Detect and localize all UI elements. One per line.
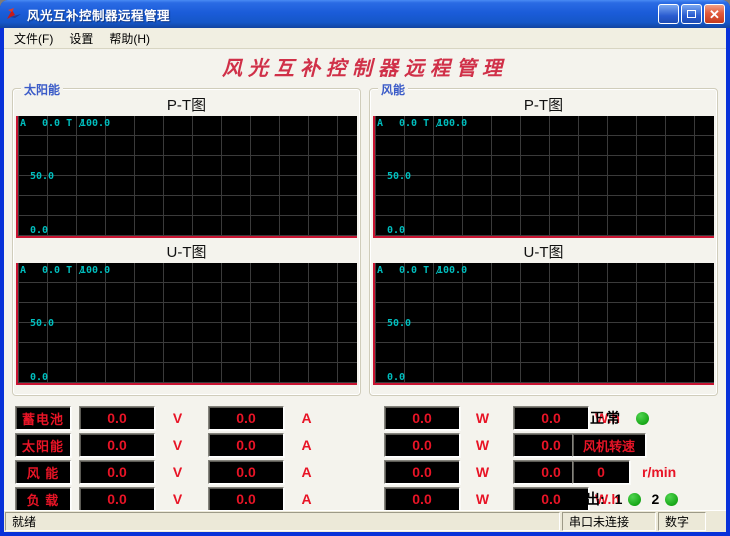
titlebar[interactable]: 风光互补控制器远程管理 ✕	[0, 0, 730, 28]
chart-channel-label: A	[377, 118, 383, 129]
solar-label: 太阳能	[15, 433, 71, 457]
chart-ymid-label: 50.0	[30, 171, 54, 182]
chart-ymid-label: 50.0	[387, 171, 411, 182]
chart-ymax-label: 100.0	[437, 118, 467, 129]
output-2-indicator	[665, 493, 678, 506]
groupbox-wind: 风能 P-T图 A 0.0 T / 100.0 50.0 0.0 U-T图 A …	[369, 88, 718, 396]
voltage-unit: V	[155, 491, 200, 507]
chart-channel-label: A	[20, 265, 26, 276]
solar-current-display: 0.0	[208, 433, 284, 457]
current-unit: A	[284, 491, 329, 507]
wind-ut-chart-title: U-T图	[373, 238, 714, 263]
minimize-button[interactable]	[658, 4, 679, 24]
groupbox-solar-caption: 太阳能	[21, 81, 63, 98]
voltage-unit: V	[155, 464, 200, 480]
wind-pt-chart: A 0.0 T / 100.0 50.0 0.0	[373, 116, 714, 238]
load-power-display: 0.0	[384, 487, 460, 510]
chart-ymid-label: 50.0	[387, 318, 411, 329]
statusbar-mode: 数字	[658, 512, 706, 531]
groupbox-wind-caption: 风能	[378, 81, 408, 98]
solar-ut-chart-title: U-T图	[16, 238, 357, 263]
maximize-button[interactable]	[681, 4, 702, 24]
chart-ymax-label: 100.0	[80, 265, 110, 276]
chart-panels: 太阳能 P-T图 A 0.0 T / 100.0 50.0 0.0 U-T图 A…	[4, 82, 726, 396]
output-1-number: 1	[615, 491, 623, 507]
fan-speed-value-row: 0 r/min	[572, 460, 712, 484]
chart-ymin-label: 0.0	[387, 372, 405, 383]
solar-ut-chart: A 0.0 T / 100.0 50.0 0.0	[16, 263, 357, 385]
output-row: 输出: 1 2	[572, 487, 712, 510]
close-button[interactable]: ✕	[704, 4, 725, 24]
output-label: 输出:	[572, 489, 605, 509]
chart-ymin-label: 0.0	[387, 225, 405, 236]
fan-speed-display: 0	[572, 460, 630, 484]
menu-bar: 文件(F) 设置 帮助(H)	[4, 28, 726, 49]
wind-ut-chart: A 0.0 T / 100.0 50.0 0.0	[373, 263, 714, 385]
menu-help[interactable]: 帮助(H)	[101, 28, 158, 49]
current-unit: A	[284, 464, 329, 480]
page-title: 风光互补控制器远程管理	[4, 49, 726, 82]
battery-current-display: 0.0	[208, 406, 284, 430]
menu-file[interactable]: 文件(F)	[6, 28, 61, 49]
solar-pt-chart-title: P-T图	[16, 97, 357, 116]
chart-ymid-label: 50.0	[30, 318, 54, 329]
app-icon	[6, 6, 23, 22]
power-unit: W	[460, 491, 505, 507]
window-title: 风光互补控制器远程管理	[27, 5, 656, 24]
battery-voltage-display: 0.0	[79, 406, 155, 430]
wind-label: 风 能	[15, 460, 71, 484]
solar-voltage-display: 0.0	[79, 433, 155, 457]
statusbar-ready: 就绪	[5, 512, 560, 531]
chart-ymin-label: 0.0	[30, 225, 48, 236]
window-frame: 文件(F) 设置 帮助(H) 风光互补控制器远程管理 太阳能 P-T图 A 0.…	[4, 28, 726, 532]
app-window: 风光互补控制器远程管理 ✕ 文件(F) 设置 帮助(H) 风光互补控制器远程管理…	[0, 0, 730, 536]
chart-timebase-label: 0.0 T /	[42, 265, 84, 276]
wind-current-display: 0.0	[208, 460, 284, 484]
solar-pt-chart: A 0.0 T / 100.0 50.0 0.0	[16, 116, 357, 238]
chart-ymin-label: 0.0	[30, 372, 48, 383]
menu-settings[interactable]: 设置	[61, 28, 101, 49]
output-2-number: 2	[651, 491, 659, 507]
chart-channel-label: A	[377, 265, 383, 276]
statusbar-serial-status: 串口未连接	[562, 512, 656, 531]
wind-pt-chart-title: P-T图	[373, 97, 714, 116]
current-unit: A	[284, 410, 329, 426]
solar-power-display: 0.0	[384, 433, 460, 457]
power-unit: W	[460, 464, 505, 480]
voltage-unit: V	[155, 410, 200, 426]
fan-speed-unit: r/min	[642, 464, 676, 480]
power-unit: W	[460, 437, 505, 453]
battery-power-display: 0.0	[384, 406, 460, 430]
system-normal-label: 正常	[590, 408, 622, 428]
chart-timebase-label: 0.0 T /	[399, 265, 441, 276]
fan-speed-label-row: 风机转速	[572, 433, 712, 457]
chart-ymax-label: 100.0	[437, 265, 467, 276]
groupbox-solar: 太阳能 P-T图 A 0.0 T / 100.0 50.0 0.0 U-T图 A…	[12, 88, 361, 396]
battery-label: 蓄电池	[15, 406, 71, 430]
system-normal-indicator	[636, 412, 649, 425]
client-area: 风光互补控制器远程管理 太阳能 P-T图 A 0.0 T / 100.0 50.…	[4, 49, 726, 510]
fan-speed-label: 风机转速	[572, 433, 646, 457]
current-unit: A	[284, 437, 329, 453]
readings-area: 蓄电池 0.0 V 0.0 A 0.0 W 0.0 W.h 太阳能 0.0	[4, 396, 726, 510]
chart-timebase-label: 0.0 T /	[42, 118, 84, 129]
status-bar: 就绪 串口未连接 数字	[4, 510, 726, 532]
wind-power-display: 0.0	[384, 460, 460, 484]
load-current-display: 0.0	[208, 487, 284, 510]
statusbar-resize-grip[interactable]	[708, 512, 724, 531]
chart-channel-label: A	[20, 118, 26, 129]
status-column: 正常 风机转速 0 r/min 输出: 1 2	[572, 406, 712, 510]
power-unit: W	[460, 410, 505, 426]
chart-ymax-label: 100.0	[80, 118, 110, 129]
chart-timebase-label: 0.0 T /	[399, 118, 441, 129]
load-label: 负 载	[15, 487, 71, 510]
wind-voltage-display: 0.0	[79, 460, 155, 484]
load-voltage-display: 0.0	[79, 487, 155, 510]
system-status-row: 正常	[572, 406, 712, 430]
output-1-indicator	[628, 493, 641, 506]
voltage-unit: V	[155, 437, 200, 453]
